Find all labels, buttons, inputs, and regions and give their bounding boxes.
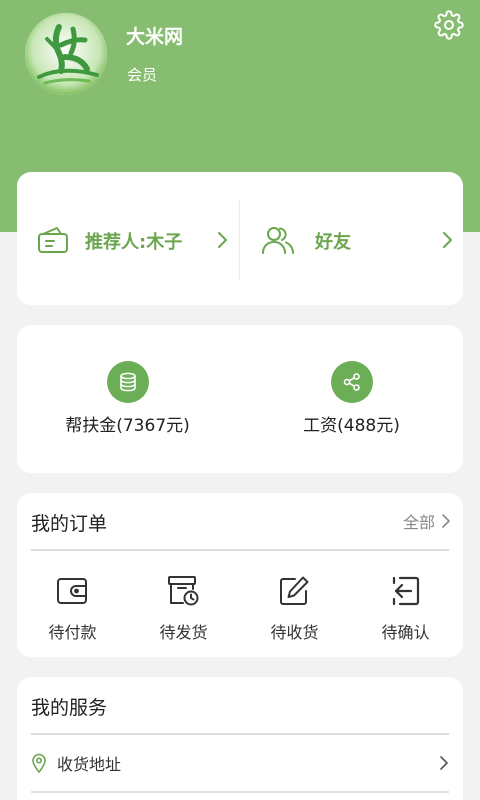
salary-entry[interactable]: 工资(488元) xyxy=(240,361,463,441)
service-item-shipping-address[interactable]: 收货地址 xyxy=(31,737,449,789)
services-card: 我的服务 收货地址 xyxy=(17,677,463,800)
salary-label: 工资(488元) xyxy=(303,416,400,436)
orders-card: 我的订单 全部 待付款 待发货 待收货 待确认 xyxy=(17,493,463,657)
order-pending-shipment[interactable]: 待发货 xyxy=(128,569,239,649)
edit-icon xyxy=(280,576,309,605)
order-status-label: 待收货 xyxy=(270,623,319,642)
enter-icon xyxy=(392,576,420,606)
rice-logo-icon xyxy=(25,13,107,95)
referrer-label: 推荐人:木子 xyxy=(85,232,183,253)
friends-label: 好友 xyxy=(315,232,351,253)
location-pin-icon xyxy=(32,753,46,773)
service-label: 收货地址 xyxy=(57,755,122,774)
order-status-row: 待付款 待发货 待收货 待确认 xyxy=(17,569,463,649)
order-pending-payment[interactable]: 待付款 xyxy=(17,569,128,649)
view-all-orders-link[interactable]: 全部 xyxy=(403,509,451,533)
aid-fund-label: 帮扶金(7367元) xyxy=(65,416,190,436)
order-status-label: 待发货 xyxy=(159,623,208,642)
referrer-entry[interactable]: 推荐人:木子 xyxy=(17,200,239,280)
divider xyxy=(31,791,449,793)
user-level: 会员 xyxy=(127,66,158,84)
order-pending-receipt[interactable]: 待收货 xyxy=(239,569,350,649)
chevron-right-icon xyxy=(442,514,450,528)
order-status-label: 待付款 xyxy=(48,623,97,642)
orders-title: 我的订单 xyxy=(31,513,108,535)
view-all-label: 全部 xyxy=(402,513,435,532)
chevron-right-icon xyxy=(443,232,452,248)
box-clock-icon xyxy=(168,576,199,606)
friends-entry[interactable]: 好友 xyxy=(240,200,463,280)
chevron-right-icon xyxy=(440,756,448,770)
order-status-label: 待确认 xyxy=(381,623,430,642)
aid-fund-entry[interactable]: 帮扶金(7367元) xyxy=(17,361,240,441)
services-title: 我的服务 xyxy=(31,697,108,719)
profile-page: 大米网 会员 推荐人:木子 好友 帮扶金(7367元) 工资(488元) 我的订… xyxy=(0,0,480,800)
wallet-card-icon xyxy=(38,227,68,253)
coins-icon xyxy=(107,361,149,403)
divider xyxy=(31,733,449,735)
wallet-icon xyxy=(57,578,87,604)
settings-button[interactable] xyxy=(434,10,464,40)
gear-icon xyxy=(434,10,464,40)
share-icon xyxy=(331,361,373,403)
chevron-right-icon xyxy=(218,232,227,248)
referral-card: 推荐人:木子 好友 xyxy=(17,172,463,305)
user-name: 大米网 xyxy=(126,26,184,48)
users-icon xyxy=(262,227,294,254)
order-pending-confirmation[interactable]: 待确认 xyxy=(350,569,461,649)
divider xyxy=(31,549,449,551)
wallet-card: 帮扶金(7367元) 工资(488元) xyxy=(17,325,463,473)
